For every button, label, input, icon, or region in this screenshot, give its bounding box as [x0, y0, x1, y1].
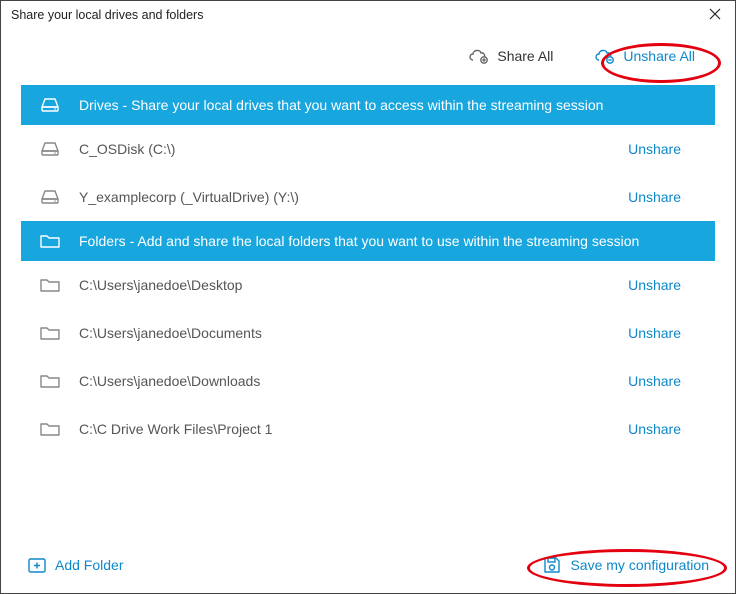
close-button[interactable]: [705, 7, 725, 23]
unshare-button[interactable]: Unshare: [628, 189, 697, 205]
folder-row: C:\C Drive Work Files\Project 1 Unshare: [21, 405, 715, 453]
drive-icon: [39, 141, 61, 157]
cloud-unshare-icon: [593, 47, 615, 65]
add-folder-icon: [27, 556, 47, 574]
unshare-all-label: Unshare All: [623, 48, 695, 64]
drives-header-text: Drives - Share your local drives that yo…: [79, 97, 603, 113]
drives-section-header: Drives - Share your local drives that yo…: [21, 85, 715, 125]
top-actions: Share All Unshare All: [1, 29, 735, 85]
folder-label: C:\Users\janedoe\Desktop: [79, 277, 610, 293]
drive-label: Y_examplecorp (_VirtualDrive) (Y:\): [79, 189, 610, 205]
unshare-button[interactable]: Unshare: [628, 325, 697, 341]
folder-row: C:\Users\janedoe\Downloads Unshare: [21, 357, 715, 405]
unshare-button[interactable]: Unshare: [628, 373, 697, 389]
folder-icon: [39, 373, 61, 389]
folder-label: C:\Users\janedoe\Documents: [79, 325, 610, 341]
share-all-button[interactable]: Share All: [467, 47, 553, 65]
folder-row: C:\Users\janedoe\Documents Unshare: [21, 309, 715, 357]
dialog-footer: Add Folder Save my configuration: [1, 541, 735, 593]
drive-label: C_OSDisk (C:\): [79, 141, 610, 157]
drive-icon: [39, 189, 61, 205]
save-configuration-button[interactable]: Save my configuration: [542, 555, 709, 575]
folder-icon: [39, 277, 61, 293]
drive-icon: [39, 97, 61, 113]
folder-icon: [39, 325, 61, 341]
folder-label: C:\C Drive Work Files\Project 1: [79, 421, 610, 437]
share-all-label: Share All: [497, 48, 553, 64]
add-folder-button[interactable]: Add Folder: [27, 556, 123, 574]
drive-row: Y_examplecorp (_VirtualDrive) (Y:\) Unsh…: [21, 173, 715, 221]
folder-icon: [39, 233, 61, 249]
unshare-all-button[interactable]: Unshare All: [593, 47, 695, 65]
close-icon: [709, 8, 721, 20]
unshare-button[interactable]: Unshare: [628, 141, 697, 157]
window-title: Share your local drives and folders: [11, 8, 203, 22]
titlebar: Share your local drives and folders: [1, 1, 735, 29]
cloud-share-icon: [467, 47, 489, 65]
folder-row: C:\Users\janedoe\Desktop Unshare: [21, 261, 715, 309]
folders-section-header: Folders - Add and share the local folder…: [21, 221, 715, 261]
save-configuration-label: Save my configuration: [570, 557, 709, 573]
folder-icon: [39, 421, 61, 437]
save-icon: [542, 555, 562, 575]
drive-row: C_OSDisk (C:\) Unshare: [21, 125, 715, 173]
share-drives-dialog: Share your local drives and folders Shar…: [0, 0, 736, 594]
add-folder-label: Add Folder: [55, 557, 123, 573]
folder-label: C:\Users\janedoe\Downloads: [79, 373, 610, 389]
share-list: Drives - Share your local drives that yo…: [1, 85, 735, 541]
unshare-button[interactable]: Unshare: [628, 421, 697, 437]
folders-header-text: Folders - Add and share the local folder…: [79, 233, 639, 249]
unshare-button[interactable]: Unshare: [628, 277, 697, 293]
